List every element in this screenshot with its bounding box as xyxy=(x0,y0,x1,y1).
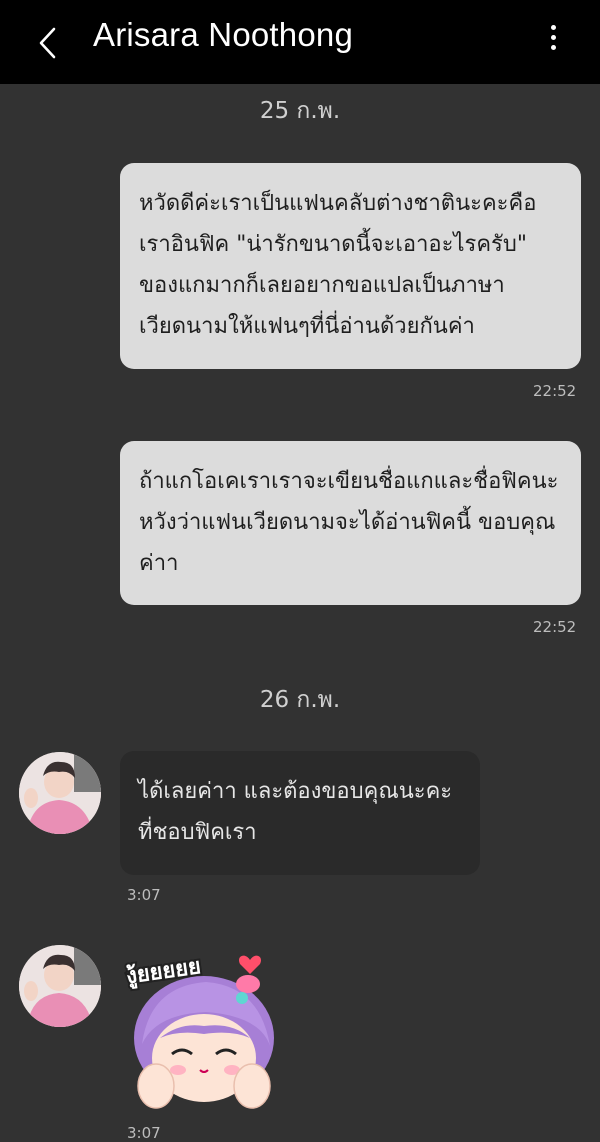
more-vertical-icon xyxy=(551,25,556,30)
date-separator: 26 ก.พ. xyxy=(259,687,341,713)
outgoing-message[interactable]: หวัดดีค่ะเราเป็นแฟนคลับต่างชาตินะคะคือเร… xyxy=(120,163,581,369)
message-time: 3:07 xyxy=(127,886,161,904)
purple-hair-girl-sticker[interactable]: งู้ยยยยย xyxy=(120,946,292,1118)
outgoing-message[interactable]: ถ้าแกโอเคเราเราจะเขียนชื่อแกและชื่อฟิคนะ… xyxy=(120,441,581,605)
date-separator: 25 ก.พ. xyxy=(259,98,341,124)
chat-screen: Arisara Noothong 25 ก.พ. หวัดดีค่ะเราเป็… xyxy=(0,0,600,1142)
incoming-message[interactable]: ได้เลยค่าา และต้องขอบคุณนะคะที่ชอบฟิคเรา xyxy=(120,751,480,875)
message-text: ถ้าแกโอเคเราเราจะเขียนชื่อแกและชื่อฟิคนะ… xyxy=(139,469,559,576)
chat-header: Arisara Noothong xyxy=(0,0,600,84)
contact-avatar[interactable] xyxy=(19,752,101,834)
back-button[interactable] xyxy=(24,18,72,66)
avatar-image xyxy=(19,945,101,1027)
message-time: 3:07 xyxy=(127,1124,161,1142)
message-time: 22:52 xyxy=(533,618,577,636)
contact-avatar[interactable] xyxy=(19,945,101,1027)
message-text: หวัดดีค่ะเราเป็นแฟนคลับต่างชาตินะคะคือเร… xyxy=(139,191,537,339)
message-time: 22:52 xyxy=(533,382,577,400)
more-options-button[interactable] xyxy=(534,18,574,58)
message-text: ได้เลยค่าา และต้องขอบคุณนะคะที่ชอบฟิคเรา xyxy=(138,779,453,845)
avatar-image xyxy=(19,752,101,834)
chevron-left-icon xyxy=(39,27,56,59)
contact-name: Arisara Noothong xyxy=(93,16,354,53)
sticker-image: งู้ยยยยย xyxy=(123,952,274,1109)
